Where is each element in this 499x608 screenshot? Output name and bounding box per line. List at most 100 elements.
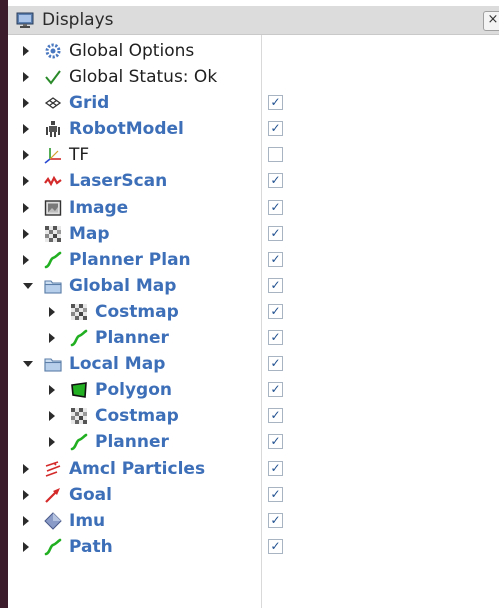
display-label: Global Status: Ok bbox=[69, 67, 218, 88]
expand-arrow-icon[interactable] bbox=[49, 385, 55, 396]
enable-checkbox[interactable]: ✓ bbox=[268, 277, 283, 293]
monitor-icon bbox=[16, 11, 34, 29]
tree-row-laserscan[interactable]: LaserScan ✓ bbox=[8, 168, 499, 194]
expand-arrow-icon[interactable] bbox=[23, 46, 29, 56]
path-icon bbox=[44, 538, 62, 556]
enable-checkbox[interactable]: ✓ bbox=[268, 199, 283, 215]
map-icon bbox=[70, 303, 88, 321]
axes-icon bbox=[44, 146, 62, 164]
map-icon bbox=[70, 407, 88, 425]
enable-checkbox[interactable]: ✓ bbox=[268, 538, 283, 554]
expand-arrow-icon[interactable] bbox=[23, 176, 29, 187]
tree-row-path[interactable]: Path ✓ bbox=[8, 534, 499, 560]
tree-row-goal[interactable]: Goal ✓ bbox=[8, 482, 499, 508]
expand-arrow-icon[interactable] bbox=[23, 124, 29, 135]
display-label: Image bbox=[69, 197, 129, 218]
display-label: Global Options bbox=[69, 41, 195, 61]
displays-tree: Global Options Global Status: Ok Grid ✓ Robo… bbox=[8, 38, 499, 560]
path-icon bbox=[70, 329, 88, 347]
collapse-arrow-icon[interactable] bbox=[23, 282, 33, 289]
polygon-icon bbox=[70, 381, 88, 399]
enable-checkbox[interactable]: ✓ bbox=[268, 486, 283, 502]
expand-arrow-icon[interactable] bbox=[23, 98, 29, 109]
checkmark-icon bbox=[44, 68, 62, 86]
tree-row-robotmodel[interactable]: RobotModel ✓ bbox=[8, 116, 499, 142]
expand-arrow-icon[interactable] bbox=[23, 541, 29, 552]
laser-icon bbox=[44, 172, 62, 190]
display-label: Global Map bbox=[69, 275, 177, 296]
enable-checkbox[interactable]: ✓ bbox=[268, 95, 283, 111]
enable-checkbox[interactable]: ✓ bbox=[268, 225, 283, 241]
close-panel-button[interactable]: × bbox=[483, 11, 499, 31]
folder-icon bbox=[44, 355, 62, 373]
panel-titlebar: Displays × bbox=[8, 6, 499, 35]
display-label: Grid bbox=[69, 93, 110, 114]
expand-arrow-icon[interactable] bbox=[49, 411, 55, 422]
enable-checkbox[interactable]: ✓ bbox=[268, 330, 283, 346]
enable-checkbox[interactable]: ✓ bbox=[268, 303, 283, 319]
display-label: Goal bbox=[69, 484, 112, 505]
expand-arrow-icon[interactable] bbox=[23, 254, 29, 265]
tree-row-planner-plan[interactable]: Planner Plan ✓ bbox=[8, 247, 499, 273]
tree-row-imu[interactable]: Imu ✓ bbox=[8, 508, 499, 534]
expand-arrow-icon[interactable] bbox=[23, 515, 29, 526]
expand-arrow-icon[interactable] bbox=[23, 228, 29, 239]
tree-row-local-polygon[interactable]: Polygon ✓ bbox=[8, 377, 499, 403]
tree-row-global-options[interactable]: Global Options bbox=[8, 38, 499, 64]
display-label: Planner bbox=[95, 432, 169, 453]
tree-row-local-map[interactable]: Local Map ✓ bbox=[8, 351, 499, 377]
tree-row-global-planner[interactable]: Planner ✓ bbox=[8, 325, 499, 351]
enable-checkbox[interactable]: ✓ bbox=[268, 121, 283, 137]
tree-row-global-status[interactable]: Global Status: Ok bbox=[8, 64, 499, 90]
enable-checkbox[interactable]: ✓ bbox=[268, 251, 283, 267]
expand-arrow-icon[interactable] bbox=[23, 202, 29, 213]
enable-checkbox[interactable]: ✓ bbox=[268, 408, 283, 424]
enable-checkbox[interactable]: ✓ bbox=[268, 460, 283, 476]
display-label: Imu bbox=[69, 510, 106, 531]
tree-row-amcl-particles[interactable]: Amcl Particles ✓ bbox=[8, 456, 499, 482]
expand-arrow-icon[interactable] bbox=[23, 72, 29, 83]
particles-icon bbox=[44, 460, 62, 478]
goal-arrow-icon bbox=[44, 486, 62, 504]
map-icon bbox=[44, 225, 62, 243]
display-label: RobotModel bbox=[69, 119, 184, 140]
enable-checkbox[interactable]: ✓ bbox=[268, 382, 283, 398]
display-label: TF bbox=[69, 145, 90, 166]
display-label: Local Map bbox=[69, 354, 166, 375]
tree-row-global-map[interactable]: Global Map ✓ bbox=[8, 273, 499, 299]
expand-arrow-icon[interactable] bbox=[23, 463, 29, 474]
enable-checkbox[interactable]: ✓ bbox=[268, 173, 283, 189]
tree-row-image[interactable]: Image ✓ bbox=[8, 195, 499, 221]
expand-arrow-icon[interactable] bbox=[49, 437, 55, 448]
display-label: LaserScan bbox=[69, 171, 168, 192]
robot-icon bbox=[44, 120, 62, 138]
expand-arrow-icon[interactable] bbox=[23, 150, 29, 161]
gear-icon bbox=[44, 42, 62, 60]
expand-arrow-icon[interactable] bbox=[49, 333, 55, 344]
display-label: Path bbox=[69, 536, 113, 557]
collapse-arrow-icon[interactable] bbox=[23, 361, 33, 368]
tree-row-local-planner[interactable]: Planner ✓ bbox=[8, 429, 499, 455]
expand-arrow-icon[interactable] bbox=[49, 306, 55, 317]
image-icon bbox=[44, 199, 62, 217]
enable-checkbox[interactable]: ✓ bbox=[268, 512, 283, 528]
display-label: Costmap bbox=[95, 301, 179, 322]
path-icon bbox=[44, 251, 62, 269]
enable-checkbox[interactable] bbox=[268, 147, 283, 163]
imu-icon bbox=[44, 511, 62, 530]
enable-checkbox[interactable]: ✓ bbox=[268, 356, 283, 372]
expand-arrow-icon[interactable] bbox=[23, 489, 29, 500]
tree-row-local-costmap[interactable]: Costmap ✓ bbox=[8, 403, 499, 429]
tree-row-map[interactable]: Map ✓ bbox=[8, 221, 499, 247]
window-left-border bbox=[0, 0, 8, 608]
display-label: Polygon bbox=[95, 380, 172, 401]
enable-checkbox[interactable]: ✓ bbox=[268, 434, 283, 450]
panel-title: Displays bbox=[42, 10, 114, 30]
path-icon bbox=[70, 433, 88, 451]
folder-icon bbox=[44, 277, 62, 295]
display-label: Planner Plan bbox=[69, 249, 191, 270]
tree-row-tf[interactable]: TF bbox=[8, 142, 499, 168]
tree-row-grid[interactable]: Grid ✓ bbox=[8, 90, 499, 116]
tree-row-global-costmap[interactable]: Costmap ✓ bbox=[8, 299, 499, 325]
grid-icon bbox=[44, 94, 62, 112]
